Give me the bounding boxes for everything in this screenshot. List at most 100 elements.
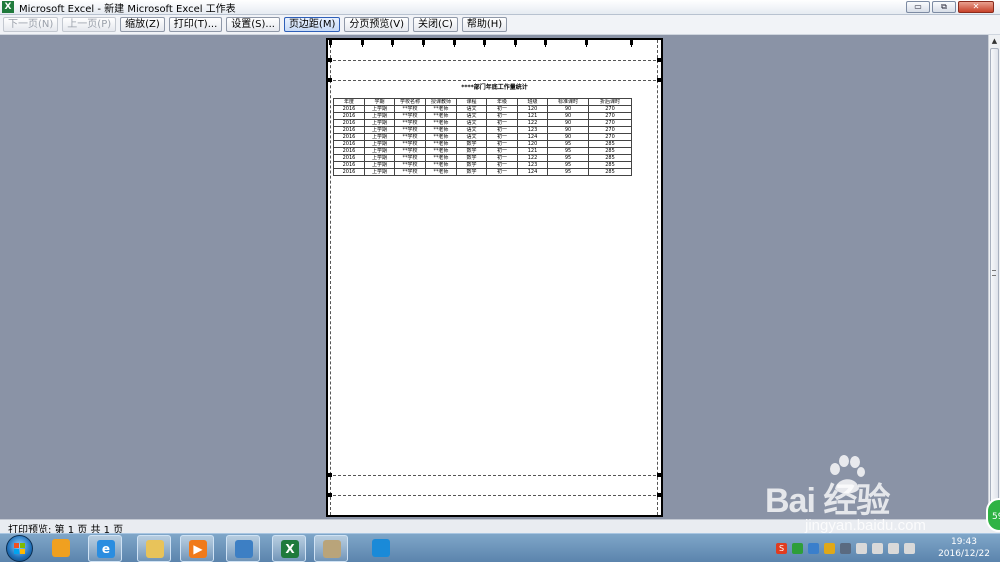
table-cell: **学校 bbox=[394, 147, 426, 155]
column-header: 标准课时 bbox=[547, 98, 589, 106]
column-handle[interactable] bbox=[514, 40, 517, 47]
page-break-preview-button[interactable]: 分页预览(V) bbox=[344, 17, 410, 32]
taskbar-button[interactable] bbox=[314, 535, 348, 562]
table-header-row: 年度 学期 学校名称 授课教师 课程 年级 班级 标准课时 折后课时 bbox=[333, 98, 632, 106]
header-margin-guide[interactable] bbox=[328, 60, 661, 61]
scrollbar-thumb[interactable] bbox=[990, 48, 999, 506]
taskbar-button[interactable] bbox=[44, 535, 78, 562]
security-icon[interactable] bbox=[824, 542, 835, 554]
column-handle[interactable] bbox=[544, 40, 547, 47]
table-cell: 2016 bbox=[333, 112, 365, 120]
vertical-scrollbar[interactable]: ▲ ▼ bbox=[988, 35, 1000, 519]
watermark-brand: Bai 经验 bbox=[765, 482, 890, 520]
prev-page-button[interactable]: 上一页(P) bbox=[62, 17, 117, 32]
network-icon[interactable] bbox=[808, 542, 819, 554]
margins-button[interactable]: 页边距(M) bbox=[283, 17, 341, 32]
margin-handle[interactable] bbox=[657, 473, 661, 477]
table-cell: 285 bbox=[588, 147, 632, 155]
battery-icon[interactable] bbox=[904, 542, 915, 554]
table-row: 2016 上学期 **学校 **老师 数学 初一 122 95 285 bbox=[333, 154, 632, 162]
table-cell: 90 bbox=[547, 126, 589, 134]
margin-handle[interactable] bbox=[657, 493, 661, 497]
setup-button[interactable]: 设置(S)... bbox=[226, 17, 280, 32]
table-cell: 语文 bbox=[456, 112, 487, 120]
app-logo-icon bbox=[52, 539, 70, 557]
table-cell: **老师 bbox=[425, 154, 457, 162]
start-button[interactable] bbox=[6, 535, 33, 562]
table-cell: 初一 bbox=[486, 119, 518, 127]
table-cell: 270 bbox=[588, 126, 632, 134]
table-cell: **学校 bbox=[394, 105, 426, 113]
table-cell: 初一 bbox=[486, 168, 518, 176]
signal-icon[interactable] bbox=[888, 542, 899, 554]
table-cell: 2016 bbox=[333, 161, 365, 169]
zoom-button[interactable]: 缩放(Z) bbox=[120, 17, 165, 32]
right-margin-guide[interactable] bbox=[657, 40, 658, 515]
margin-handle[interactable] bbox=[328, 58, 332, 62]
margin-handle[interactable] bbox=[328, 493, 332, 497]
taskbar-button[interactable] bbox=[364, 535, 398, 562]
taskbar-button[interactable] bbox=[137, 535, 171, 562]
minimize-button[interactable]: ▭ bbox=[906, 1, 930, 13]
volume-icon[interactable] bbox=[872, 542, 883, 554]
left-margin-guide[interactable] bbox=[330, 40, 331, 515]
table-cell: **学校 bbox=[394, 161, 426, 169]
column-header: 年度 bbox=[333, 98, 365, 106]
taskbar-button[interactable]: ▶ bbox=[180, 535, 214, 562]
footer-margin-guide[interactable] bbox=[328, 495, 661, 496]
table-cell: 上学期 bbox=[364, 140, 395, 148]
table-cell: **老师 bbox=[425, 105, 457, 113]
column-header: 授课教师 bbox=[425, 98, 457, 106]
table-cell: 285 bbox=[588, 140, 632, 148]
table-cell: 语文 bbox=[456, 119, 487, 127]
usb-icon[interactable] bbox=[840, 542, 851, 554]
table-row: 2016 上学期 **学校 **老师 语文 初一 123 90 270 bbox=[333, 126, 632, 134]
column-header: 课程 bbox=[456, 98, 487, 106]
table-cell: 285 bbox=[588, 168, 632, 176]
table-row: 2016 上学期 **学校 **老师 语文 初一 124 90 270 bbox=[333, 133, 632, 141]
table-row: 2016 上学期 **学校 **老师 数学 初一 120 95 285 bbox=[333, 140, 632, 148]
help-button[interactable]: 帮助(H) bbox=[461, 17, 508, 32]
next-page-button[interactable]: 下一页(N) bbox=[3, 17, 59, 32]
column-handle[interactable] bbox=[361, 40, 364, 47]
system-tray: S bbox=[776, 538, 936, 558]
print-button[interactable]: 打印(T)... bbox=[168, 17, 223, 32]
top-margin-guide[interactable] bbox=[328, 80, 661, 81]
taskbar-button[interactable] bbox=[226, 535, 260, 562]
scroll-up-icon[interactable]: ▲ bbox=[989, 35, 1000, 47]
table-cell: 2016 bbox=[333, 105, 365, 113]
column-handle[interactable] bbox=[391, 40, 394, 47]
column-handle[interactable] bbox=[422, 40, 425, 47]
speed-badge[interactable]: 59 bbox=[986, 498, 1000, 532]
clock[interactable]: 19:43 2016/12/22 bbox=[936, 536, 992, 560]
table-cell: 上学期 bbox=[364, 168, 395, 176]
column-handle[interactable] bbox=[483, 40, 486, 47]
taskbar-button[interactable]: X bbox=[272, 535, 306, 562]
margin-handle[interactable] bbox=[657, 58, 661, 62]
table-cell: 初一 bbox=[486, 140, 518, 148]
table-cell: 上学期 bbox=[364, 105, 395, 113]
bottom-margin-guide[interactable] bbox=[328, 475, 661, 476]
column-handle[interactable] bbox=[585, 40, 588, 47]
baidu-watermark: Bai 经验 jingyan.baidu.com bbox=[765, 455, 945, 535]
table-cell: 数学 bbox=[456, 147, 487, 155]
sogou-input-icon[interactable]: S bbox=[776, 542, 787, 554]
margin-handle[interactable] bbox=[328, 473, 332, 477]
taskbar-button[interactable]: e bbox=[88, 535, 122, 562]
column-handle[interactable] bbox=[630, 40, 633, 47]
table-cell: 90 bbox=[547, 119, 589, 127]
close-preview-button[interactable]: 关闭(C) bbox=[413, 17, 458, 32]
shield-icon[interactable] bbox=[792, 542, 803, 554]
table-cell: 上学期 bbox=[364, 112, 395, 120]
table-cell: 上学期 bbox=[364, 126, 395, 134]
table-cell: **学校 bbox=[394, 119, 426, 127]
table-cell: 2016 bbox=[333, 154, 365, 162]
column-handle[interactable] bbox=[453, 40, 456, 47]
restore-button[interactable]: ⧉ bbox=[932, 1, 956, 13]
table-cell: 2016 bbox=[333, 126, 365, 134]
column-handle[interactable] bbox=[329, 40, 332, 47]
table-cell: 初一 bbox=[486, 161, 518, 169]
close-window-button[interactable]: ✕ bbox=[958, 1, 994, 13]
clock-date: 2016/12/22 bbox=[938, 549, 990, 559]
flag-icon[interactable] bbox=[856, 542, 867, 554]
